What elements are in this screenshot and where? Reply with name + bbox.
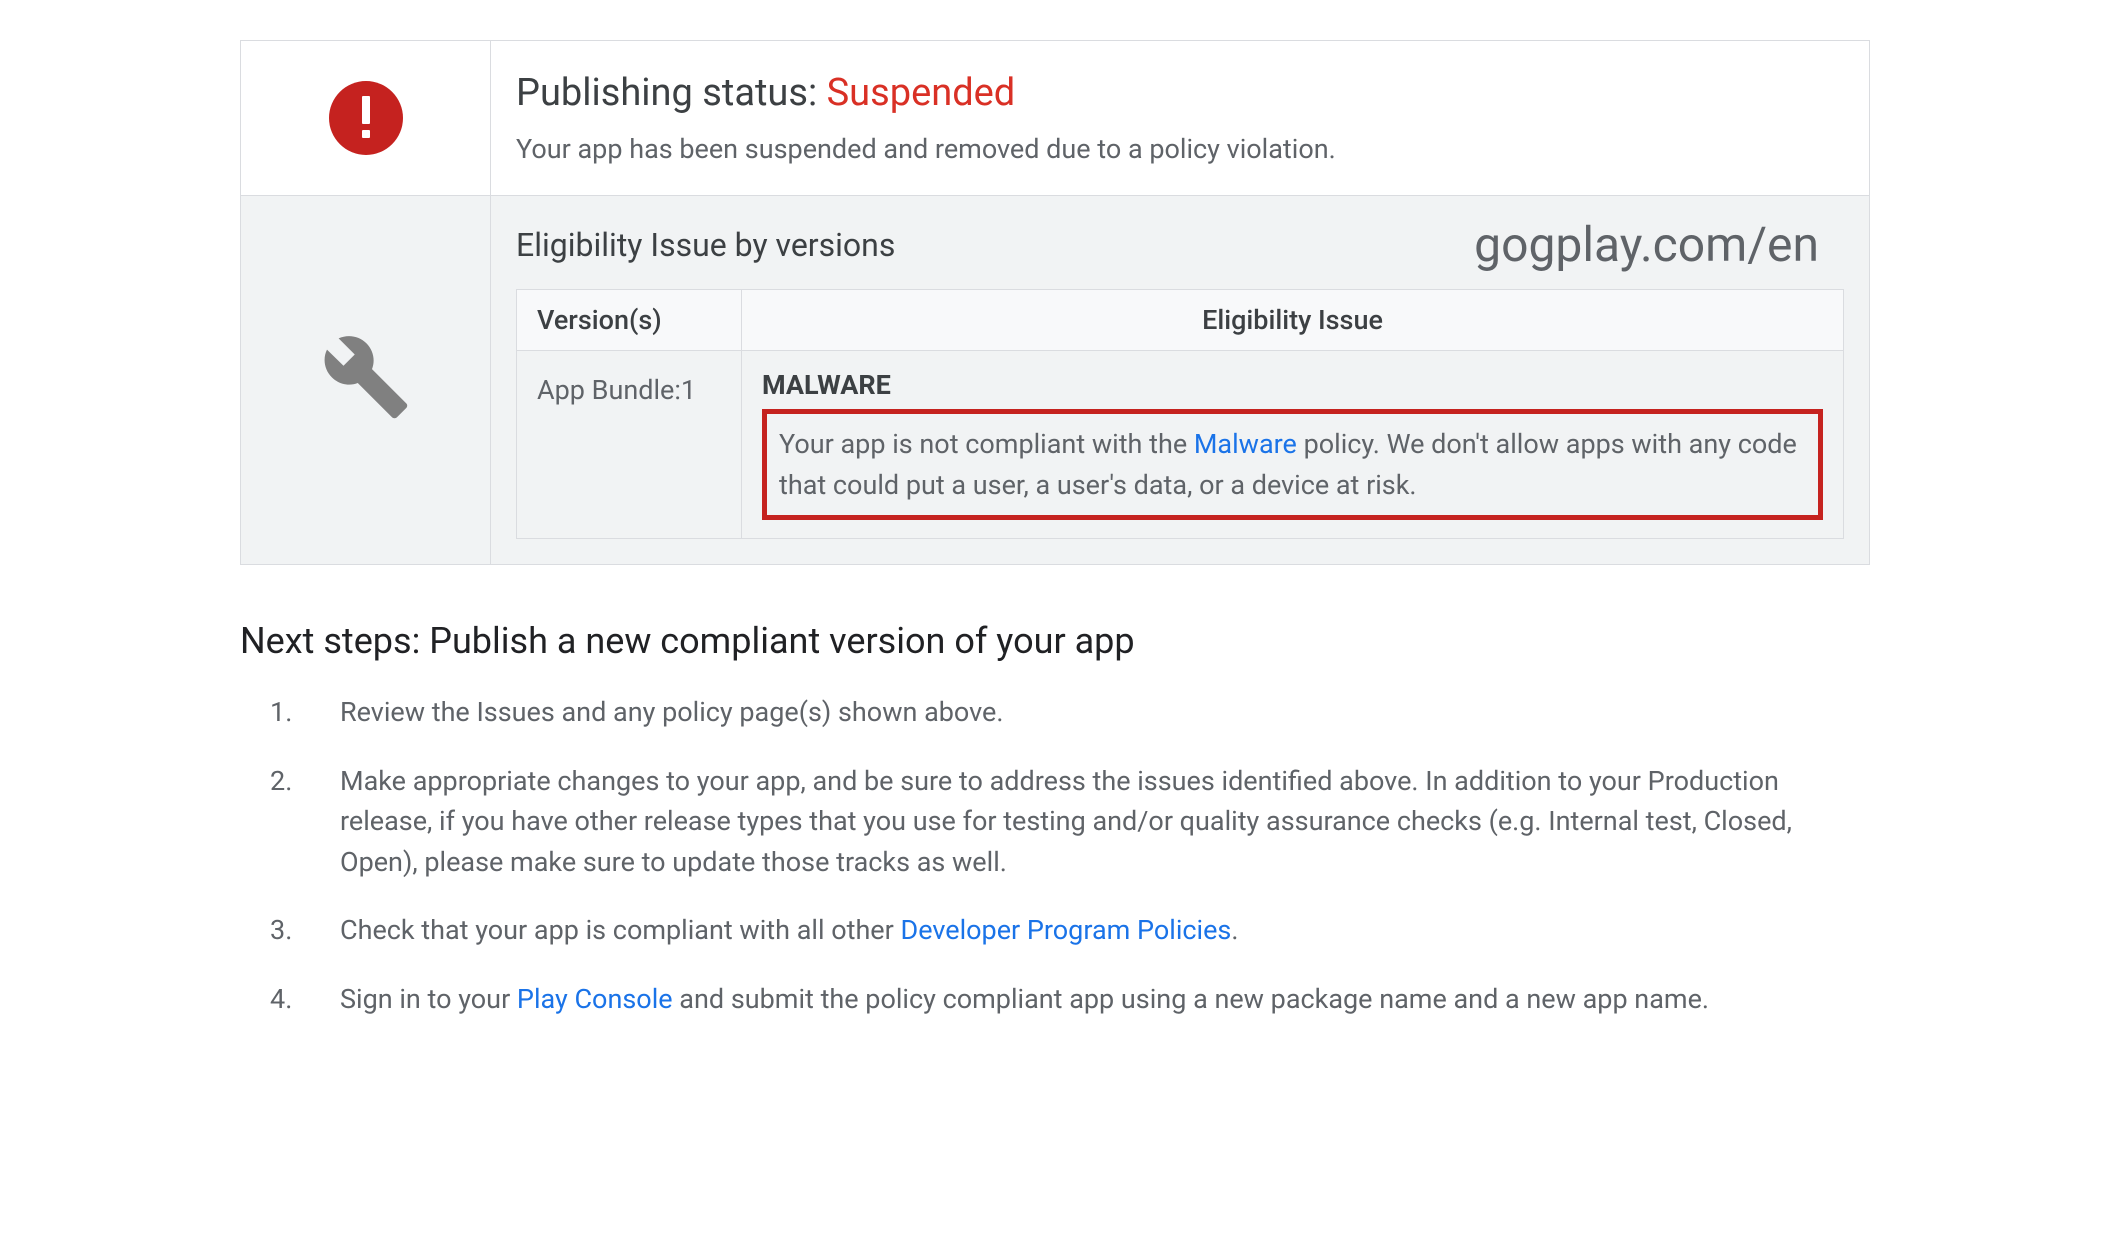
status-icon-cell	[241, 41, 491, 195]
issue-desc-prefix: Your app is not compliant with the	[779, 428, 1194, 460]
list-item: Check that your app is compliant with al…	[270, 910, 1870, 951]
table-row: App Bundle:1 MALWARE Your app is not com…	[517, 351, 1844, 539]
list-item: Review the Issues and any policy page(s)…	[270, 692, 1870, 733]
status-description: Your app has been suspended and removed …	[516, 133, 1844, 165]
step4-suffix: and submit the policy compliant app usin…	[673, 983, 1709, 1015]
next-steps-list: Review the Issues and any policy page(s)…	[240, 692, 1870, 1019]
issues-table: Version(s) Eligibility Issue App Bundle:…	[516, 289, 1844, 539]
watermark-text: gogplay.com/en	[1474, 216, 1819, 273]
list-item: Make appropriate changes to your app, an…	[270, 761, 1870, 883]
cell-version: App Bundle:1	[517, 351, 742, 539]
play-console-link[interactable]: Play Console	[517, 983, 673, 1015]
status-label: Publishing status:	[516, 71, 827, 115]
alert-icon	[329, 81, 403, 155]
developer-policies-link[interactable]: Developer Program Policies	[900, 914, 1231, 946]
status-header-row: Publishing status: Suspended Your app ha…	[241, 41, 1869, 196]
list-item: Sign in to your Play Console and submit …	[270, 979, 1870, 1020]
cell-issue: MALWARE Your app is not compliant with t…	[742, 351, 1844, 539]
step4-prefix: Sign in to your	[340, 983, 517, 1015]
issues-content: gogplay.com/en Eligibility Issue by vers…	[491, 196, 1869, 564]
issue-title: MALWARE	[762, 369, 1823, 401]
malware-policy-link[interactable]: Malware	[1194, 428, 1297, 460]
publishing-status-title: Publishing status: Suspended	[516, 71, 1844, 115]
status-value: Suspended	[827, 71, 1016, 115]
table-header-row: Version(s) Eligibility Issue	[517, 290, 1844, 351]
column-version: Version(s)	[517, 290, 742, 351]
issue-description-highlight: Your app is not compliant with the Malwa…	[762, 409, 1823, 520]
step3-prefix: Check that your app is compliant with al…	[340, 914, 900, 946]
next-steps-heading: Next steps: Publish a new compliant vers…	[240, 620, 1870, 662]
wrench-icon	[321, 332, 411, 429]
column-issue: Eligibility Issue	[742, 290, 1844, 351]
status-text-cell: Publishing status: Suspended Your app ha…	[491, 41, 1869, 195]
issues-row: gogplay.com/en Eligibility Issue by vers…	[241, 196, 1869, 564]
wrench-icon-cell	[241, 196, 491, 564]
status-panel: Publishing status: Suspended Your app ha…	[240, 40, 1870, 565]
step3-suffix: .	[1231, 914, 1238, 946]
